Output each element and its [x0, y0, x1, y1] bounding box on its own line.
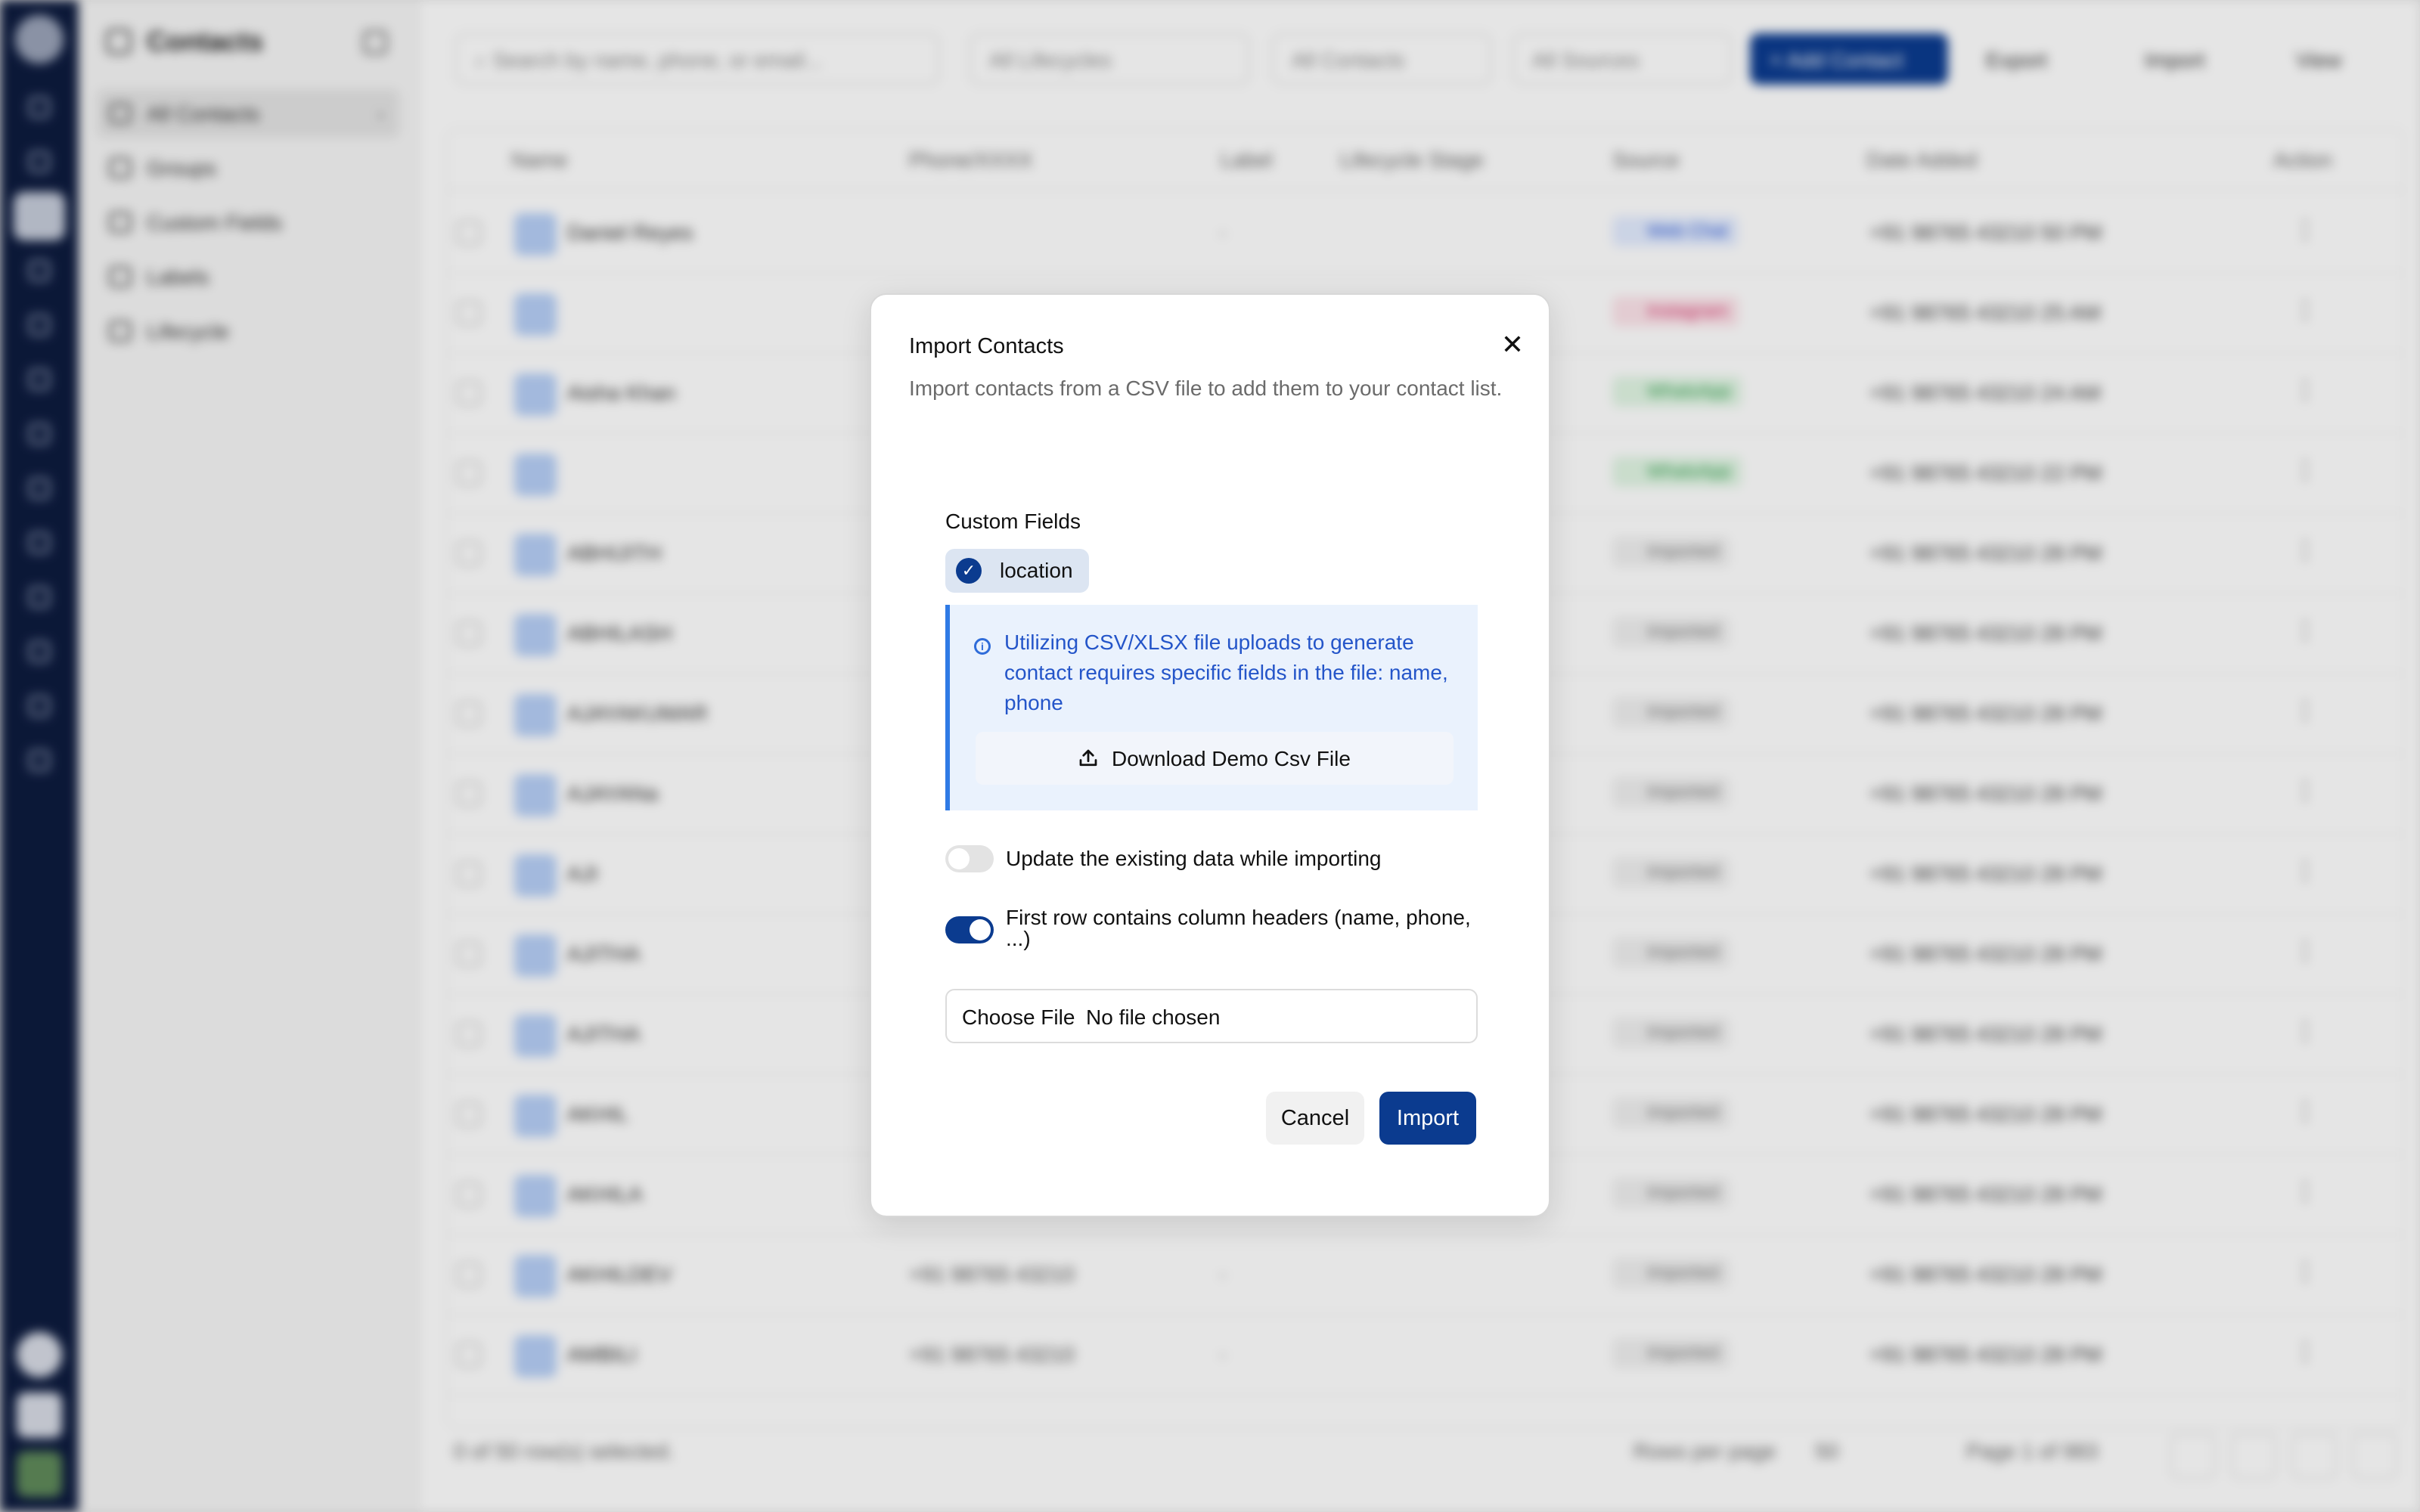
- file-status: No file chosen: [1086, 1005, 1221, 1029]
- update-existing-toggle[interactable]: [945, 845, 994, 872]
- toggle-knob: [970, 919, 991, 940]
- column-headers-label: First row contains column headers (name,…: [1006, 906, 1471, 950]
- info-icon: i: [974, 638, 991, 655]
- close-icon[interactable]: ✕: [1490, 322, 1535, 367]
- custom-field-chip-label: location: [1000, 559, 1073, 582]
- custom-fields-label: Custom Fields: [945, 510, 1081, 533]
- download-demo-csv-button[interactable]: Download Demo Csv File: [976, 732, 1454, 785]
- choose-file-button[interactable]: Choose File: [962, 1005, 1075, 1030]
- dialog-title: Import Contacts: [909, 334, 1064, 358]
- check-circle-icon: ✓: [956, 558, 982, 584]
- dialog-description: Import contacts from a CSV file to add t…: [909, 376, 1503, 400]
- import-button[interactable]: Import: [1379, 1092, 1476, 1145]
- upload-icon: [1079, 749, 1097, 767]
- toggle-knob: [948, 848, 970, 869]
- custom-field-chip-location[interactable]: ✓ location: [945, 549, 1089, 593]
- required-fields-info-box: i Utilizing CSV/XLSX file uploads to gen…: [945, 605, 1478, 810]
- file-input[interactable]: Choose File No file chosen: [945, 989, 1478, 1043]
- cancel-button[interactable]: Cancel: [1266, 1092, 1364, 1145]
- column-headers-toggle[interactable]: [945, 916, 994, 943]
- update-existing-label: Update the existing data while importing: [1006, 847, 1382, 870]
- download-demo-csv-label: Download Demo Csv File: [1112, 747, 1351, 770]
- import-contacts-dialog: Import Contacts ✕ Import contacts from a…: [870, 293, 1550, 1217]
- info-text: Utilizing CSV/XLSX file uploads to gener…: [1004, 631, 1448, 714]
